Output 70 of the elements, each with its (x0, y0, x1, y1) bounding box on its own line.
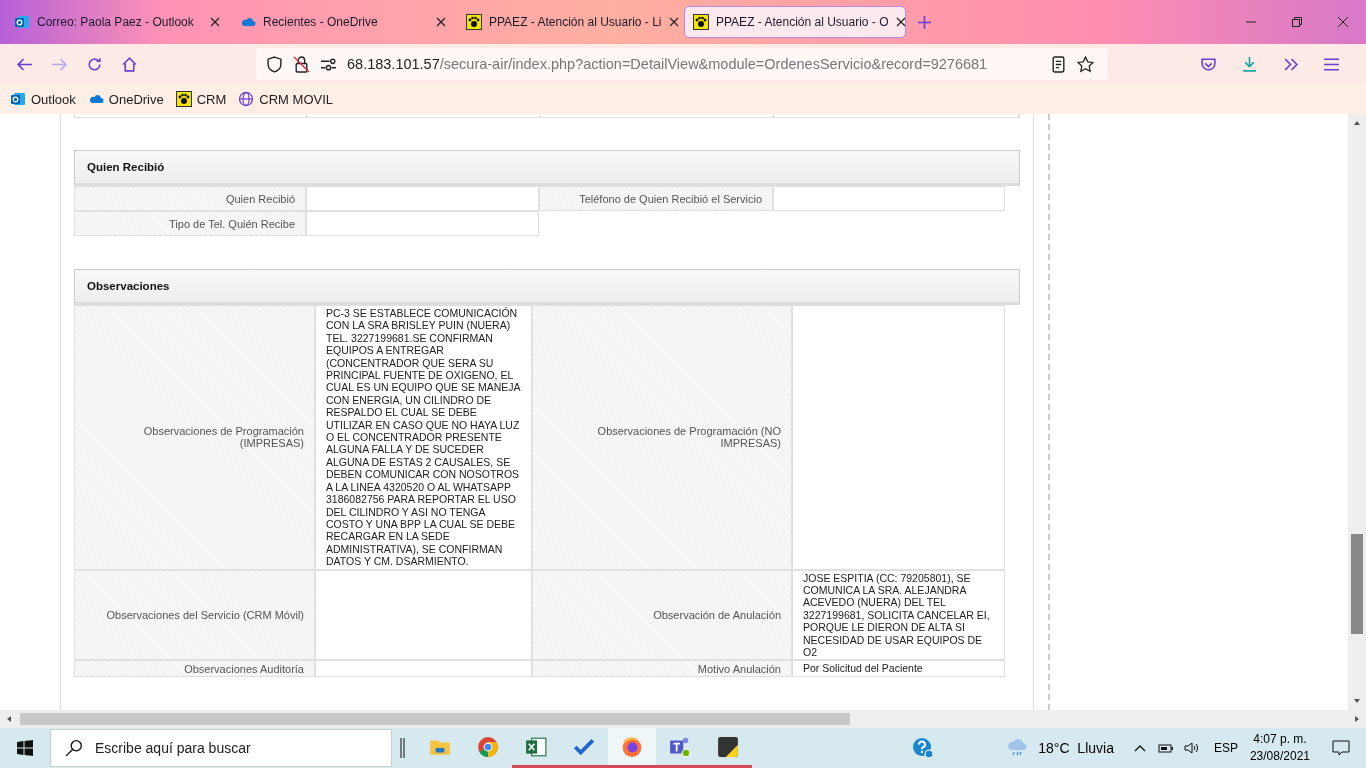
field-label: Observaciones del Servicio (CRM Móvil) (106, 608, 304, 621)
language-indicator[interactable]: ESP (1213, 741, 1238, 755)
tab-title: PPAEZ - Atención al Usuario - O (716, 15, 889, 29)
section-header: Observaciones (74, 269, 1020, 305)
field-label: Tipo de Tel. Quién Recibe (74, 211, 306, 236)
horizontal-scrollbar[interactable] (0, 710, 1366, 728)
section-header: Quien Recibió (74, 150, 1020, 186)
search-icon (65, 739, 83, 757)
field-value: Por Solicitud del Paciente (803, 662, 924, 675)
field-value: PC-3 SE ESTABLECE COMUNICACIÓN CON LA SRA BRISLEY PUIN (NUERA) TEL. 3227199681.SE CONFIRMAN EQUIPOS A ENTREGAR (CONCENTRADOR QUE SERA SU PRINCIPAL FUENTE DE OXIGENO, EL CUAL ES UN EQUIPO QUE SE MANEJA CON ENERGIA, UN CILINDRO DE RESPALDO EL CUAL SE DEBE UTILIZAR EN CASO QUE NO HAYA LUZ O EL CONCENTRADOR PRESENTE ALGUNA FALLA Y DE SUCEDER ALGUNA DE ESTAS 2 CAUSALES, SE DEBEN COMUNICAR CON NOSOTROS A LA LINEA 4320520 O AL WHATSAPP 3186082756 PARA REPORTAR EL USO DEL CILINDRO Y ASI NO TENGA COSTO Y UNA BPP LA CUAL SE DEBE RECARGAR EN LA SEDE ADMINISTRATIVA), SE CONFIRMAN DATOS Y CM. DSARMIENTO. (326, 307, 521, 568)
reader-view-icon[interactable] (1050, 55, 1067, 73)
field-label: Teléfono de Quien Recibió el Servicio (539, 186, 773, 211)
reload-icon[interactable] (86, 55, 103, 73)
address-bar[interactable]: 68.183.101.57/secura-air/index.php?action=DetailView&module=OrdenesServicio&record=9276681 (256, 48, 1108, 80)
battery-icon[interactable] (1157, 741, 1174, 755)
pocket-icon[interactable] (1200, 55, 1217, 73)
scrollbar-thumb[interactable] (1351, 534, 1363, 634)
chrome-icon (477, 735, 499, 758)
taskbar-search-field[interactable]: Escribe aquí para buscar (50, 729, 392, 767)
home-icon[interactable] (121, 55, 138, 73)
close-icon[interactable] (668, 17, 679, 27)
close-icon[interactable] (210, 17, 220, 27)
browser-tab[interactable]: PPAEZ - Atención al Usuario - O (684, 6, 906, 38)
paw-icon (175, 91, 192, 107)
globe-icon (238, 91, 255, 107)
sticky-note-icon (717, 735, 739, 758)
shield-icon[interactable] (266, 55, 283, 73)
field-label: Observaciones de Programación (NO IMPRESAS) (596, 425, 781, 450)
vertical-scrollbar[interactable] (1348, 114, 1366, 710)
new-tab-icon[interactable] (918, 15, 931, 29)
paw-icon (693, 14, 709, 30)
notifications-icon[interactable] (1332, 740, 1350, 756)
close-icon[interactable] (895, 17, 906, 27)
browser-tab[interactable]: Correo: Paola Paez - Outlook (6, 6, 228, 38)
lock-slash-icon[interactable] (293, 55, 310, 73)
restore-icon[interactable] (1292, 17, 1302, 27)
field-value: JOSE ESPITIA (CC: 79205801), SE COMUNICA LA SRA. ALEJANDRA ACEVEDO (NUERA) DEL TEL 3227199681, SOLICITA CANCELAR EI, PORQUE LE DIERON DE ALTA SI NECESIDAD DE USAR EQUIPOS DE O2 (803, 571, 991, 659)
field-label: Quien Recibió (74, 186, 306, 211)
firefox-icon (621, 735, 643, 758)
field-label: Observaciones de Programación (IMPRESAS) (142, 425, 304, 450)
help-icon[interactable] (912, 737, 935, 759)
tab-title: PPAEZ - Atención al Usuario - Li (489, 15, 662, 29)
outlook-icon (14, 14, 30, 30)
close-icon[interactable] (436, 17, 446, 27)
field-label: Observaciones Auditoría (184, 662, 304, 675)
tab-title: Correo: Paola Paez - Outlook (37, 15, 195, 29)
taskbar-app[interactable] (608, 728, 656, 768)
teams-icon (669, 735, 691, 758)
weather-text[interactable]: 18°C Lluvia (1038, 740, 1114, 756)
field-label: Observación de Anulación (653, 608, 781, 621)
menu-icon[interactable] (1323, 55, 1340, 73)
browser-tab[interactable]: Recientes - OneDrive (232, 6, 454, 38)
scrollbar-thumb[interactable] (20, 713, 850, 725)
taskbar-grip-icon (400, 738, 406, 758)
clock[interactable]: 4:07 p. m. 23/08/2021 (1249, 731, 1310, 765)
star-icon[interactable] (1077, 55, 1094, 73)
browser-tab[interactable]: PPAEZ - Atención al Usuario - Li (458, 6, 680, 38)
bookmark[interactable]: OneDrive (87, 91, 164, 107)
speaker-icon[interactable] (1183, 741, 1200, 755)
bookmark[interactable]: CRM MOVIL (238, 91, 333, 107)
excel-icon (525, 735, 547, 758)
tab-title: Recientes - OneDrive (263, 15, 379, 29)
url-text: 68.183.101.57/secura-air/index.php?action=DetailView&module=OrdenesServicio&record=9276681 (347, 56, 989, 72)
windows-start-icon[interactable] (17, 740, 33, 756)
bookmark[interactable]: CRM (175, 91, 227, 107)
close-icon[interactable] (1338, 17, 1348, 27)
outlook-icon (10, 91, 26, 107)
bookmark[interactable]: Outlook (10, 91, 76, 107)
paw-icon (466, 14, 482, 30)
field-label: Motivo Anulación (697, 662, 781, 675)
